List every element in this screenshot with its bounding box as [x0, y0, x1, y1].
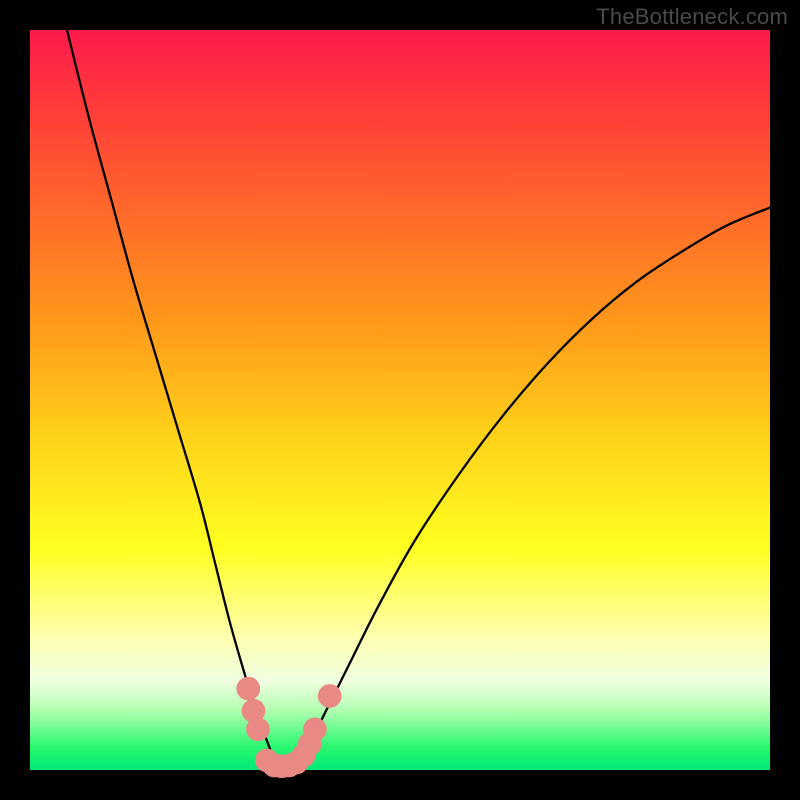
- curve-marker: [303, 717, 327, 741]
- plot-area: [30, 30, 770, 770]
- curve-marker: [246, 717, 270, 741]
- curve-markers: [236, 677, 341, 778]
- watermark-label: TheBottleneck.com: [596, 4, 788, 30]
- chart-svg: [30, 30, 770, 770]
- bottleneck-curve: [67, 30, 770, 767]
- curve-marker: [236, 677, 260, 701]
- curve-marker: [318, 684, 342, 708]
- chart-stage: TheBottleneck.com: [0, 0, 800, 800]
